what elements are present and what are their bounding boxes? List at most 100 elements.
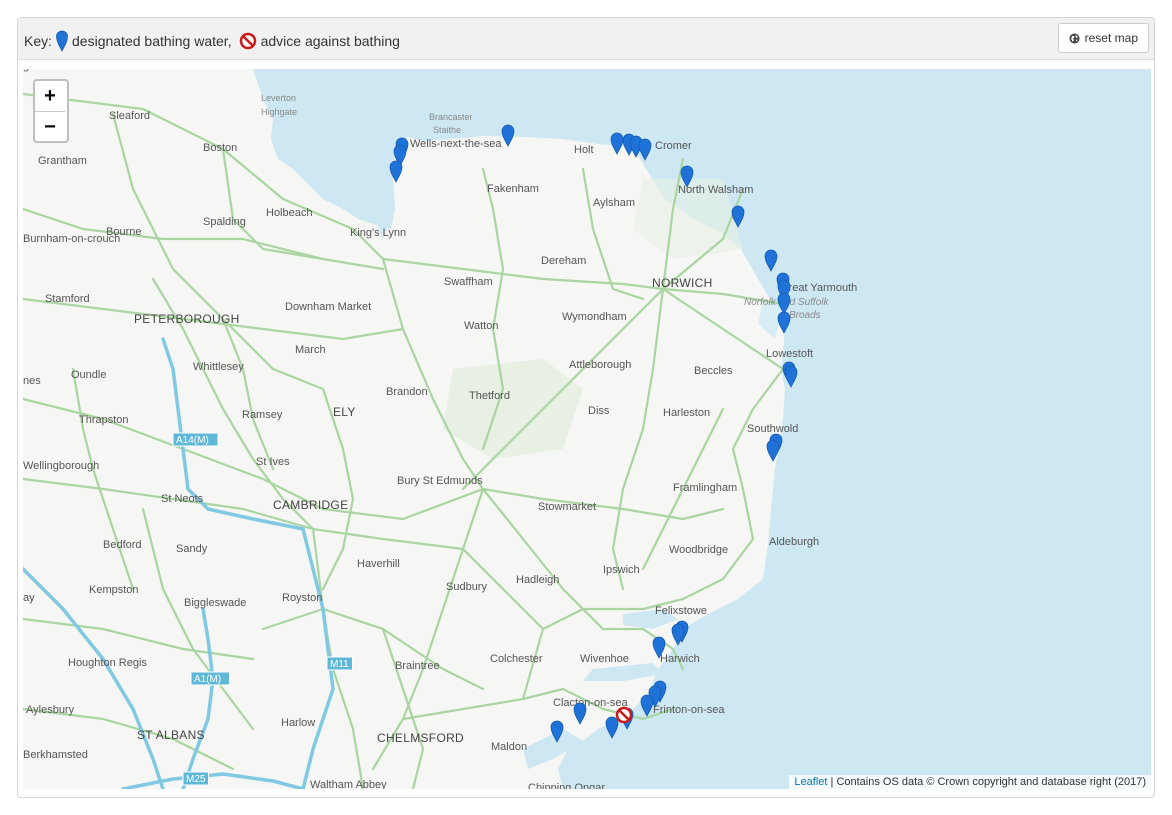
map-key: Key: designated bathing water, advice ag… [24, 30, 400, 52]
place-label: Stamford [45, 293, 90, 305]
place-label: North Walsham [678, 184, 753, 196]
place-label: Brandon [386, 386, 428, 398]
place-label: St Neots [161, 493, 204, 505]
road-shield-label: M25 [186, 774, 206, 785]
place-label: Downham Market [285, 301, 371, 313]
leaflet-link[interactable]: Leaflet [794, 776, 827, 788]
place-label: Staithe [433, 125, 461, 135]
place-label: Harlow [281, 717, 315, 729]
reset-map-label: reset map [1084, 31, 1138, 45]
place-label: ELY [333, 405, 356, 419]
place-label: Southwold [747, 423, 798, 435]
place-label: Wivenhoe [580, 653, 629, 665]
map-tiles: Leverton Highgate Sleaford Grantham Boston Br… [23, 69, 1151, 789]
place-label: Sandy [176, 543, 208, 555]
place-label: Bedford [103, 539, 142, 551]
place-label: Aldeburgh [769, 536, 819, 548]
road-shield: M25 [182, 771, 209, 786]
road-shield: A1(M) [190, 671, 230, 686]
map-header: Key: designated bathing water, advice ag… [18, 18, 1154, 60]
place-label: Cromer [655, 140, 692, 152]
place-label: Oundle [71, 369, 106, 381]
road-shield-label: A1(M) [194, 674, 221, 685]
place-label: nes [23, 375, 41, 387]
place-label: Aylsham [593, 197, 635, 209]
place-label: CAMBRIDGE [273, 498, 348, 512]
no-bathing-icon [239, 32, 256, 50]
place-label: Felixstowe [655, 605, 707, 617]
place-label: Bury St Edmunds [397, 475, 483, 487]
place-label: PETERBOROUGH [134, 312, 240, 326]
globe-icon [1069, 32, 1080, 44]
place-label: Wymondham [562, 311, 627, 323]
no-bathing-marker-icon[interactable] [615, 706, 633, 724]
place-label: Ipswich [603, 564, 640, 576]
place-label: Framlingham [673, 482, 737, 494]
place-label: Watton [464, 320, 498, 332]
place-label: Stowmarket [538, 501, 596, 513]
designated-label: designated bathing water, [72, 33, 232, 49]
place-label: Houghton Regis [68, 657, 147, 669]
road-shield: M11 [326, 656, 353, 671]
place-label: Aylesbury [26, 704, 75, 716]
place-label: ST ALBANS [137, 728, 205, 742]
place-label: Chipping Ongar [528, 782, 605, 789]
place-label: Wellingborough [23, 460, 99, 472]
place-label: Woodbridge [669, 544, 728, 556]
place-label: Attleborough [569, 359, 631, 371]
place-label: Broads [789, 310, 821, 321]
attribution-text: Contains OS data © Crown copyright and d… [836, 776, 1146, 788]
road-shield-label: A14(M) [176, 435, 209, 446]
place-label: Holbeach [266, 207, 312, 219]
place-label: CHELMSFORD [377, 731, 464, 745]
place-label: Frinton-on-sea [653, 704, 725, 716]
road-shield: A14(M) [172, 432, 219, 447]
place-label: Burnham-on-crouch [23, 233, 120, 245]
zoom-out-button[interactable]: − [35, 111, 65, 141]
place-label: Biggleswade [184, 597, 246, 609]
place-label: Whittlesey [193, 361, 244, 373]
map-viewport[interactable]: Leverton Highgate Sleaford Grantham Boston Br… [23, 69, 1151, 789]
key-label: Key: [24, 33, 53, 49]
place-label: gh [23, 69, 35, 72]
place-label: Hadleigh [516, 574, 559, 586]
place-label: Grantham [38, 155, 87, 167]
place-label: Royston [282, 592, 322, 604]
place-label: March [295, 344, 326, 356]
place-label: Waltham Abbey [310, 779, 387, 789]
place-label: Sleaford [109, 110, 150, 122]
place-label: Highgate [261, 107, 297, 117]
place-label: Diss [588, 405, 610, 417]
reset-map-button[interactable]: reset map [1057, 23, 1149, 53]
zoom-in-button[interactable]: + [35, 81, 65, 111]
map-attribution: Leaflet | Contains OS data © Crown copyr… [789, 775, 1151, 789]
place-label: Great Yarmouth [780, 282, 857, 294]
place-label: Holt [574, 144, 594, 156]
place-label: Maldon [491, 741, 527, 753]
place-label: ay [23, 592, 35, 604]
place-label: Haverhill [357, 558, 400, 570]
map-panel: Key: designated bathing water, advice ag… [17, 17, 1155, 798]
place-label: Berkhamsted [23, 749, 88, 761]
place-label: Swaffham [444, 276, 493, 288]
bathing-water-marker-icon [56, 30, 68, 52]
place-label: Wells-next-the-sea [410, 138, 502, 150]
place-label: Clacton-on-sea [553, 697, 628, 709]
place-label: King's Lynn [350, 227, 406, 239]
place-label: Dereham [541, 255, 586, 267]
place-label: Leverton [261, 93, 296, 103]
place-label: Ramsey [242, 409, 283, 421]
place-label: Thetford [469, 390, 510, 402]
place-label: Kempston [89, 584, 139, 596]
place-label: Spalding [203, 216, 246, 228]
road-shield-label: M11 [330, 659, 349, 670]
place-label: Harwich [660, 653, 700, 665]
place-label: NORWICH [652, 276, 713, 290]
place-label: Thrapston [79, 414, 129, 426]
place-label: Braintree [395, 660, 440, 672]
place-label: Colchester [490, 653, 543, 665]
place-label: Sudbury [446, 581, 487, 593]
advice-label: advice against bathing [260, 33, 400, 49]
place-label: Boston [203, 142, 237, 154]
place-label: Fakenham [487, 183, 539, 195]
